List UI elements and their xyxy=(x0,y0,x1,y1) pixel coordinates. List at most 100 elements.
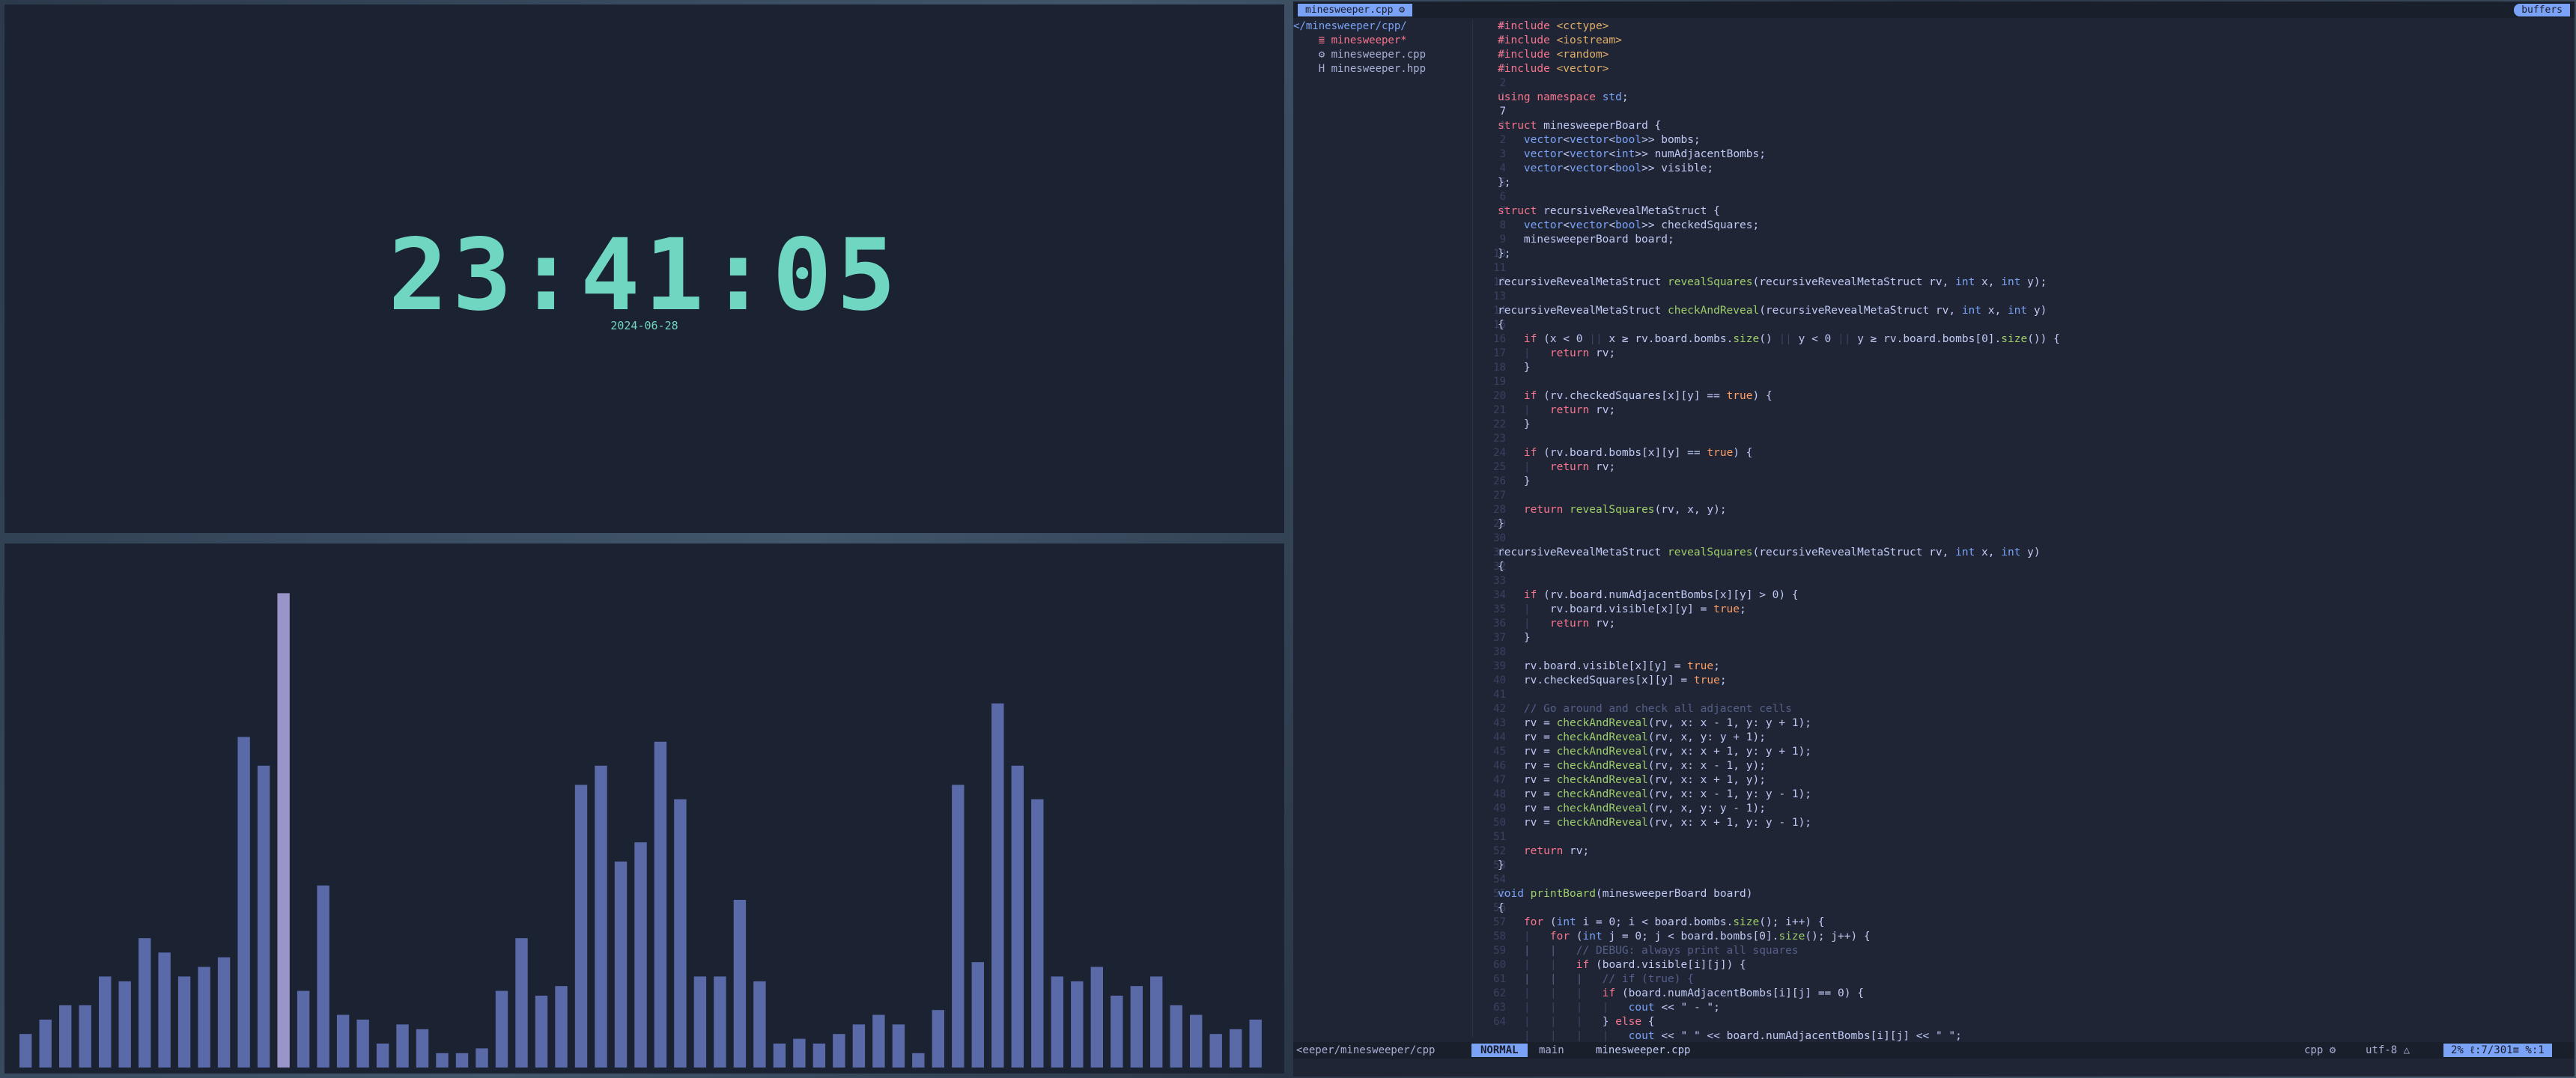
code-line[interactable]: for (int i = 0; i < board.bombs.size(); … xyxy=(1498,916,2546,930)
code-line[interactable]: if (rv.board.bombs[x][y] == true) { xyxy=(1498,446,2546,460)
code-line[interactable]: | return rv; xyxy=(1498,347,2546,361)
code-line[interactable] xyxy=(1498,76,2546,91)
visualizer-bar xyxy=(852,1024,866,1068)
audio-visualizer-window[interactable] xyxy=(4,543,1284,1074)
code-line[interactable]: } xyxy=(1498,418,2546,432)
code-line[interactable] xyxy=(1498,574,2546,588)
code-line[interactable]: | | if (board.visible[i][j]) { xyxy=(1498,958,2546,972)
code-line[interactable]: } xyxy=(1498,517,2546,532)
code-line[interactable]: }; xyxy=(1498,247,2546,261)
code-line[interactable]: #include <random> xyxy=(1498,48,2546,62)
code-line[interactable]: recursiveRevealMetaStruct revealSquares(… xyxy=(1498,546,2546,560)
code-line[interactable]: vector<vector<int>> numAdjacentBombs; xyxy=(1498,147,2546,162)
tree-item[interactable]: </minesweeper/cpp/ xyxy=(1293,19,1471,34)
visualizer-bar xyxy=(455,1053,469,1068)
code-line[interactable] xyxy=(1498,489,2546,503)
code-line[interactable]: minesweeperBoard board; xyxy=(1498,233,2546,247)
code-line[interactable]: { xyxy=(1498,901,2546,916)
code-line[interactable]: { xyxy=(1498,560,2546,574)
code-line[interactable]: if (rv.checkedSquares[x][y] == true) { xyxy=(1498,389,2546,404)
code-line[interactable]: using namespace std; xyxy=(1498,91,2546,105)
code-line[interactable] xyxy=(1498,261,2546,275)
code-line[interactable]: rv.board.visible[x][y] = true; xyxy=(1498,660,2546,674)
code-line[interactable]: | | | } else { xyxy=(1498,1015,2546,1029)
code-line[interactable]: vector<vector<bool>> visible; xyxy=(1498,162,2546,176)
buffers-indicator[interactable]: buffers xyxy=(2514,4,2570,16)
visualizer-bar xyxy=(257,765,270,1068)
tree-item[interactable]: ≣ minesweeper* xyxy=(1293,34,1471,48)
code-line[interactable] xyxy=(1498,873,2546,887)
code-line[interactable]: rv = checkAndReveal(rv, x: x - 1, y: y -… xyxy=(1498,788,2546,802)
code-line[interactable]: } xyxy=(1498,631,2546,645)
code-line[interactable]: rv = checkAndReveal(rv, x: x + 1, y); xyxy=(1498,773,2546,788)
code-buffer[interactable]: #include <cctype> #include <iostream> #inc… xyxy=(1498,19,2546,1044)
code-line[interactable]: rv = checkAndReveal(rv, x: x + 1, y: y -… xyxy=(1498,816,2546,830)
code-line[interactable]: struct minesweeperBoard { xyxy=(1498,119,2546,133)
code-line[interactable]: vector<vector<bool>> checkedSquares; xyxy=(1498,219,2546,233)
code-line[interactable]: | return rv; xyxy=(1498,404,2546,418)
code-line[interactable] xyxy=(1498,290,2546,304)
tab-minesweeper-cpp[interactable]: minesweeper.cpp ⚙ xyxy=(1298,4,1413,16)
status-filetype: cpp ⚙ xyxy=(2304,1044,2336,1056)
tree-item[interactable]: ⚙ minesweeper.cpp xyxy=(1293,48,1471,62)
code-line[interactable]: rv = checkAndReveal(rv, x: x - 1, y); xyxy=(1498,759,2546,773)
visualizer-bar xyxy=(952,785,965,1068)
code-line[interactable]: } xyxy=(1498,361,2546,375)
visualizer-bar xyxy=(1249,1020,1262,1068)
code-line[interactable] xyxy=(1498,688,2546,702)
code-line[interactable]: return rv; xyxy=(1498,844,2546,859)
code-line[interactable]: rv = checkAndReveal(rv, x, y: y - 1); xyxy=(1498,802,2546,816)
visualizer-bar xyxy=(476,1048,488,1068)
visualizer-bar xyxy=(277,593,290,1068)
file-tree[interactable]: </minesweeper/cpp/ ≣ minesweeper* ⚙ mine… xyxy=(1293,19,1471,1038)
code-line[interactable]: void printBoard(minesweeperBoard board) xyxy=(1498,887,2546,901)
code-line[interactable]: #include <iostream> xyxy=(1498,34,2546,48)
code-line[interactable]: rv = checkAndReveal(rv, x: x + 1, y: y +… xyxy=(1498,745,2546,759)
code-line[interactable]: | | | | cout << " - "; xyxy=(1498,1001,2546,1015)
visualizer-bar xyxy=(177,976,191,1068)
code-line[interactable] xyxy=(1498,532,2546,546)
visualizer-bar xyxy=(1011,765,1024,1068)
visualizer-bar xyxy=(693,976,707,1068)
audio-visualizer xyxy=(19,593,1262,1068)
code-line[interactable]: if (rv.board.numAdjacentBombs[x][y] > 0)… xyxy=(1498,588,2546,603)
visualizer-bar xyxy=(1209,1034,1222,1068)
code-line[interactable]: struct recursiveRevealMetaStruct { xyxy=(1498,204,2546,219)
code-line[interactable]: recursiveRevealMetaStruct checkAndReveal… xyxy=(1498,304,2546,318)
visualizer-bar xyxy=(436,1053,449,1068)
code-line[interactable]: #include <cctype> xyxy=(1498,19,2546,34)
code-line[interactable] xyxy=(1498,190,2546,204)
code-line[interactable] xyxy=(1498,375,2546,389)
code-line[interactable]: | | // DEBUG: always print all squares xyxy=(1498,944,2546,958)
clock-window[interactable]: 23:41:05 2024-06-28 xyxy=(4,4,1284,533)
code-line[interactable] xyxy=(1498,645,2546,660)
code-line[interactable]: #include <vector> xyxy=(1498,62,2546,76)
code-line[interactable]: { xyxy=(1498,318,2546,332)
command-line[interactable] xyxy=(1293,1060,2575,1077)
code-line[interactable]: rv = checkAndReveal(rv, x, y: y + 1); xyxy=(1498,731,2546,745)
code-line[interactable]: if (x < 0 || x ≥ rv.board.bombs.size() |… xyxy=(1498,332,2546,347)
code-line[interactable]: recursiveRevealMetaStruct revealSquares(… xyxy=(1498,275,2546,290)
code-line[interactable]: rv.checkedSquares[x][y] = true; xyxy=(1498,674,2546,688)
code-line[interactable] xyxy=(1498,432,2546,446)
code-line[interactable]: rv = checkAndReveal(rv, x: x - 1, y: y +… xyxy=(1498,716,2546,731)
code-line[interactable]: | return rv; xyxy=(1498,617,2546,631)
code-line[interactable] xyxy=(1498,105,2546,119)
code-line[interactable]: | for (int j = 0; j < board.bombs[0].siz… xyxy=(1498,930,2546,944)
visualizer-bar xyxy=(535,996,548,1068)
code-line[interactable]: | | | // if (true) { xyxy=(1498,972,2546,987)
visualizer-bar xyxy=(39,1020,52,1068)
tree-item[interactable]: H minesweeper.hpp xyxy=(1293,62,1471,76)
code-line[interactable]: | | | if (board.numAdjacentBombs[i][j] =… xyxy=(1498,987,2546,1001)
visualizer-bar xyxy=(396,1024,409,1068)
code-line[interactable]: }; xyxy=(1498,176,2546,190)
code-line[interactable]: vector<vector<bool>> bombs; xyxy=(1498,133,2546,147)
code-line[interactable] xyxy=(1498,830,2546,844)
code-line[interactable]: | rv.board.visible[x][y] = true; xyxy=(1498,603,2546,617)
code-line[interactable]: | return rv; xyxy=(1498,460,2546,475)
neovim-window[interactable]: minesweeper.cpp ⚙ buffers </minesweeper/… xyxy=(1293,1,2575,1077)
code-line[interactable]: } xyxy=(1498,475,2546,489)
code-line[interactable]: return revealSquares(rv, x, y); xyxy=(1498,503,2546,517)
code-line[interactable]: // Go around and check all adjacent cell… xyxy=(1498,702,2546,716)
code-line[interactable]: } xyxy=(1498,859,2546,873)
